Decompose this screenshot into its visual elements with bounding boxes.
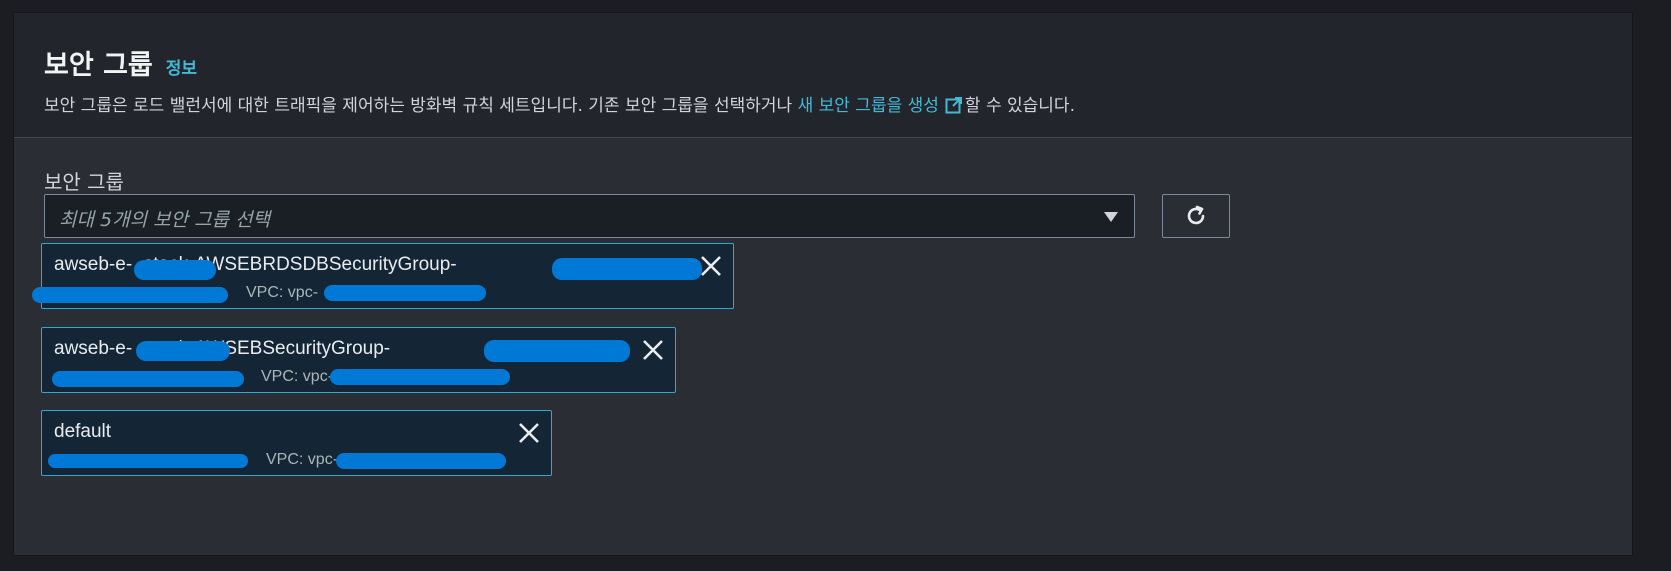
token-name: default bbox=[54, 421, 112, 442]
token-name: awseb-e- -stack-AWSEBRDSDBSecurityGroup- bbox=[54, 254, 457, 275]
section-description: 보안 그룹은 로드 밸런서에 대한 트래픽을 제어하는 방화벽 규칙 세트입니다… bbox=[44, 91, 1075, 119]
info-link[interactable]: 정보 bbox=[166, 54, 197, 79]
panel-header bbox=[14, 13, 1632, 138]
token-vpc: VPC: vpc- bbox=[246, 284, 319, 301]
redaction-mark bbox=[484, 340, 630, 362]
section-title: 보안 그룹 bbox=[44, 50, 153, 81]
field-label: 보안 그룹 bbox=[44, 170, 124, 194]
close-icon[interactable] bbox=[641, 338, 665, 362]
redaction-mark bbox=[136, 341, 230, 361]
redaction-mark bbox=[330, 369, 510, 385]
security-groups-panel: 보안 그룹 정보 보안 그룹은 로드 밸런서에 대한 트래픽을 제어하는 방화벽… bbox=[13, 12, 1633, 556]
token-vpc: VPC: vpc- bbox=[261, 368, 334, 385]
redaction-mark bbox=[48, 454, 248, 468]
token-vpc: VPC: vpc- bbox=[266, 451, 339, 468]
redaction-mark bbox=[52, 371, 244, 387]
title-row: 보안 그룹 정보 bbox=[44, 43, 197, 82]
redaction-mark bbox=[32, 287, 228, 303]
select-placeholder: 최대 5개의 보안 그룹 선택 bbox=[59, 209, 271, 231]
description-text: 보안 그룹은 로드 밸런서에 대한 트래픽을 제어하는 방화벽 규칙 세트입니다… bbox=[44, 96, 798, 116]
external-link-icon[interactable] bbox=[945, 96, 963, 119]
close-icon[interactable] bbox=[517, 421, 541, 445]
create-security-group-link[interactable]: 새 보안 그룹을 생성 bbox=[798, 96, 939, 116]
redaction-mark bbox=[336, 453, 506, 469]
redaction-mark bbox=[134, 260, 216, 280]
description-text-end: 할 수 있습니다. bbox=[964, 96, 1075, 116]
redaction-mark bbox=[324, 285, 486, 301]
caret-down-icon bbox=[1104, 212, 1118, 222]
refresh-button[interactable] bbox=[1162, 194, 1230, 238]
refresh-icon bbox=[1187, 205, 1205, 225]
redaction-mark bbox=[552, 258, 702, 280]
close-icon[interactable] bbox=[699, 254, 723, 278]
security-group-select[interactable]: 최대 5개의 보안 그룹 선택 bbox=[44, 194, 1135, 238]
